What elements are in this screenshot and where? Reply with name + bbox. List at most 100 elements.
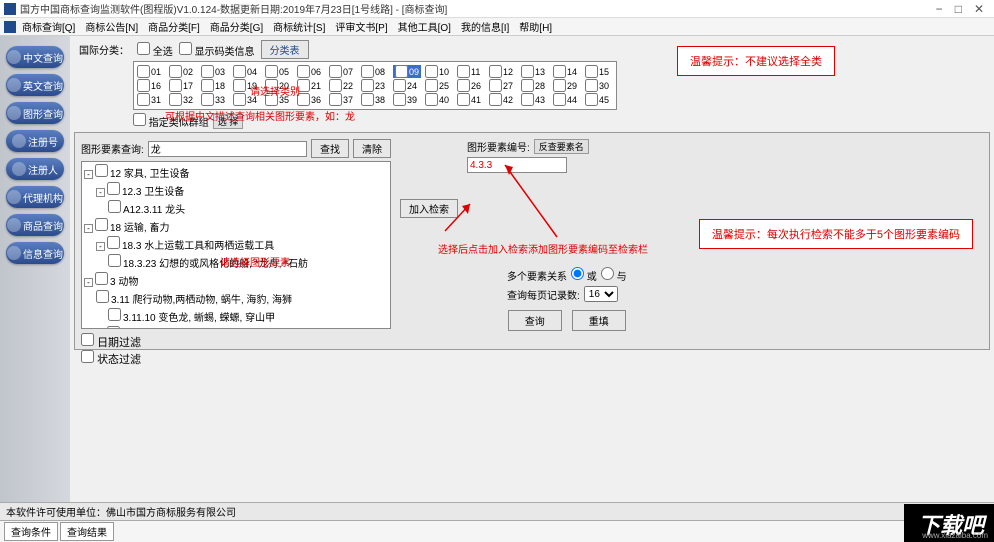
tree-checkbox[interactable] xyxy=(107,236,120,249)
class-cell-02[interactable]: 02 xyxy=(169,65,197,78)
menu-item[interactable]: 商标统计[S] xyxy=(273,19,325,34)
reset-button[interactable]: 重填 xyxy=(572,310,626,331)
element-tree[interactable]: -12 家具, 卫生设备-12.3 卫生设备A12.3.11 龙头-18 运输,… xyxy=(81,161,391,329)
class-cell-12[interactable]: 12 xyxy=(489,65,517,78)
class-cell-17[interactable]: 17 xyxy=(169,79,197,92)
class-cell-13[interactable]: 13 xyxy=(521,65,549,78)
class-cell-20[interactable]: 20 xyxy=(265,79,293,92)
close-button[interactable]: ✕ xyxy=(974,2,984,16)
class-cell-34[interactable]: 34 xyxy=(233,93,261,106)
class-cell-29[interactable]: 29 xyxy=(553,79,581,92)
class-table-button[interactable]: 分类表 xyxy=(261,40,309,59)
class-cell-14[interactable]: 14 xyxy=(553,65,581,78)
class-cell-33[interactable]: 33 xyxy=(201,93,229,106)
class-cell-44[interactable]: 44 xyxy=(553,93,581,106)
date-filter-checkbox[interactable]: 日期过滤 xyxy=(81,337,141,349)
class-cell-06[interactable]: 06 xyxy=(297,65,325,78)
expand-icon[interactable]: - xyxy=(84,278,93,287)
class-cell-03[interactable]: 03 xyxy=(201,65,229,78)
tree-item[interactable]: -3 动物 xyxy=(84,272,388,290)
group-checkbox[interactable]: 指定类似群组 xyxy=(133,113,209,129)
pagesize-select[interactable]: 16 xyxy=(584,286,618,302)
sidebar-btn-regno[interactable]: 注册号 xyxy=(6,130,64,152)
tree-checkbox[interactable] xyxy=(96,290,109,303)
tree-checkbox[interactable] xyxy=(107,326,120,329)
sidebar-btn-english[interactable]: 英文查询 xyxy=(6,74,64,96)
select-all-checkbox[interactable]: 全选 xyxy=(137,42,173,58)
tree-item[interactable]: -18.3 水上运载工具和两栖运载工具 xyxy=(84,236,388,254)
class-cell-07[interactable]: 07 xyxy=(329,65,357,78)
tree-checkbox[interactable] xyxy=(108,254,121,267)
class-cell-31[interactable]: 31 xyxy=(137,93,165,106)
class-cell-21[interactable]: 21 xyxy=(297,79,325,92)
tree-checkbox[interactable] xyxy=(95,218,108,231)
class-cell-15[interactable]: 15 xyxy=(585,65,613,78)
clear-button[interactable]: 清除 xyxy=(353,139,391,158)
class-cell-37[interactable]: 37 xyxy=(329,93,357,106)
menu-item[interactable]: 商品分类[G] xyxy=(210,19,263,34)
class-cell-25[interactable]: 25 xyxy=(425,79,453,92)
tree-item[interactable]: A12.3.11 龙头 xyxy=(84,200,388,218)
class-cell-41[interactable]: 41 xyxy=(457,93,485,106)
class-cell-11[interactable]: 11 xyxy=(457,65,485,78)
menu-item[interactable]: 商标查询[Q] xyxy=(22,19,75,34)
tree-item[interactable]: -12.3 卫生设备 xyxy=(84,182,388,200)
relation-or-radio[interactable]: 或 xyxy=(571,267,597,283)
class-cell-42[interactable]: 42 xyxy=(489,93,517,106)
class-cell-16[interactable]: 16 xyxy=(137,79,165,92)
class-cell-05[interactable]: 05 xyxy=(265,65,293,78)
tree-item[interactable]: 3.11 爬行动物,两栖动物, 蜗牛, 海豹, 海狮 xyxy=(84,290,388,308)
menu-item[interactable]: 其他工具[O] xyxy=(398,19,451,34)
show-code-checkbox[interactable]: 显示码类信息 xyxy=(179,42,255,58)
class-cell-38[interactable]: 38 xyxy=(361,93,389,106)
class-cell-10[interactable]: 10 xyxy=(425,65,453,78)
menu-item[interactable]: 我的信息[I] xyxy=(461,19,509,34)
menu-item[interactable]: 商标公告[N] xyxy=(85,19,138,34)
reverse-lookup-button[interactable]: 反查要素名 xyxy=(534,139,589,154)
minimize-button[interactable]: − xyxy=(936,2,943,16)
class-cell-04[interactable]: 04 xyxy=(233,65,261,78)
tree-item[interactable]: -12 家具, 卫生设备 xyxy=(84,164,388,182)
class-cell-23[interactable]: 23 xyxy=(361,79,389,92)
add-to-search-button[interactable]: 加入检索 xyxy=(400,199,458,218)
relation-and-radio[interactable]: 与 xyxy=(601,267,627,283)
code-input[interactable] xyxy=(467,157,567,173)
class-cell-27[interactable]: 27 xyxy=(489,79,517,92)
tree-checkbox[interactable] xyxy=(108,200,121,213)
class-cell-30[interactable]: 30 xyxy=(585,79,613,92)
select-group-button[interactable]: 选 择 xyxy=(213,114,244,129)
sidebar-btn-graphic[interactable]: 图形查询 xyxy=(6,102,64,124)
class-cell-35[interactable]: 35 xyxy=(265,93,293,106)
sidebar-btn-info[interactable]: 信息查询 xyxy=(6,242,64,264)
class-cell-26[interactable]: 26 xyxy=(457,79,485,92)
class-cell-43[interactable]: 43 xyxy=(521,93,549,106)
tree-item[interactable]: 18.3.23 幻想的或风格化的船, *龙舟, *石舫 xyxy=(84,254,388,272)
class-cell-45[interactable]: 45 xyxy=(585,93,613,106)
class-cell-19[interactable]: 19 xyxy=(233,79,261,92)
class-cell-01[interactable]: 01 xyxy=(137,65,165,78)
class-cell-09[interactable]: 09 xyxy=(393,65,421,78)
expand-icon[interactable]: - xyxy=(96,188,105,197)
status-tab-cond[interactable]: 查询条件 xyxy=(4,522,58,541)
tree-checkbox[interactable] xyxy=(108,308,121,321)
class-cell-28[interactable]: 28 xyxy=(521,79,549,92)
expand-icon[interactable]: - xyxy=(84,224,93,233)
tree-checkbox[interactable] xyxy=(95,272,108,285)
element-search-input[interactable] xyxy=(148,141,307,157)
class-cell-18[interactable]: 18 xyxy=(201,79,229,92)
sidebar-btn-goods[interactable]: 商品查询 xyxy=(6,214,64,236)
menu-item[interactable]: 评审文书[P] xyxy=(335,19,387,34)
class-cell-36[interactable]: 36 xyxy=(297,93,325,106)
class-cell-08[interactable]: 08 xyxy=(361,65,389,78)
class-cell-39[interactable]: 39 xyxy=(393,93,421,106)
class-cell-24[interactable]: 24 xyxy=(393,79,421,92)
tree-item[interactable]: 3.11.10 变色龙, 蜥蜴, 蝾螈, 穿山甲 xyxy=(84,308,388,326)
status-tab-result[interactable]: 查询结果 xyxy=(60,522,114,541)
find-button[interactable]: 查找 xyxy=(311,139,349,158)
tree-checkbox[interactable] xyxy=(107,182,120,195)
class-cell-40[interactable]: 40 xyxy=(425,93,453,106)
class-cell-22[interactable]: 22 xyxy=(329,79,357,92)
sidebar-btn-chinese[interactable]: 中文查询 xyxy=(6,46,64,68)
maximize-button[interactable]: □ xyxy=(955,2,962,16)
sidebar-btn-registrant[interactable]: 注册人 xyxy=(6,158,64,180)
